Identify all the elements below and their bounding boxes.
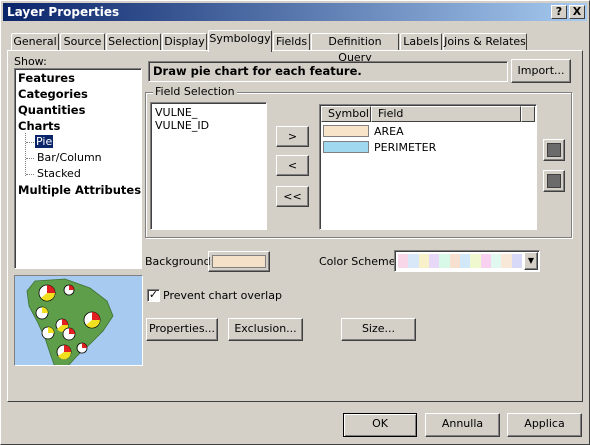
tree-item-features[interactable]: Features (18, 71, 75, 85)
pie-symbol (38, 284, 56, 302)
background-color-button[interactable] (208, 251, 270, 272)
selected-field[interactable]: AREA (374, 125, 404, 138)
symbology-preview-image (14, 275, 143, 366)
color-ramp-segment (480, 254, 491, 268)
tab-selection[interactable]: Selection (106, 33, 161, 51)
column-header-filler (521, 106, 535, 122)
pie-symbol (62, 327, 76, 341)
tree-connector (25, 133, 26, 176)
color-scheme-label: Color Scheme: (319, 255, 400, 268)
available-fields-list[interactable]: VULNE_ VULNE_ID (150, 102, 267, 230)
pie-symbol (56, 344, 72, 360)
show-label: Show: (14, 55, 47, 68)
pie-symbol (63, 284, 75, 296)
prevent-overlap-label: Prevent chart overlap (163, 289, 282, 302)
color-ramp-segment (418, 254, 429, 268)
exclusion-button[interactable]: Exclusion... (228, 318, 303, 341)
help-button[interactable]: ? (551, 5, 567, 19)
import-button[interactable]: Import... (511, 59, 571, 83)
tab-source[interactable]: Source (60, 33, 105, 51)
renderer-description: Draw pie chart for each feature. (148, 61, 508, 82)
title-bar: Layer Properties ? X (3, 3, 587, 21)
list-item[interactable]: VULNE_ID (155, 119, 209, 132)
tree-item-quantities[interactable]: Quantities (18, 103, 85, 117)
symbol-column-header[interactable]: Symbol (321, 106, 371, 122)
ok-button[interactable]: OK (343, 413, 417, 437)
color-ramp-segment (449, 254, 460, 268)
tab-joins-relates[interactable]: Joins & Relates (443, 33, 527, 51)
color-ramp-segment (470, 254, 481, 268)
pie-symbol (41, 326, 55, 340)
tab-general[interactable]: General (11, 33, 59, 51)
layer-properties-dialog: Layer Properties ? X General Source Sele… (0, 0, 590, 445)
tab-display[interactable]: Display (162, 33, 207, 51)
tree-item-bar-column[interactable]: Bar/Column (37, 151, 102, 164)
tree-item-pie[interactable]: Pie (35, 135, 54, 148)
color-ramp-segment (501, 254, 512, 268)
color-ramp-segment (428, 254, 440, 268)
cancel-button[interactable]: Annulla (425, 413, 500, 437)
tab-symbology[interactable]: Symbology (208, 30, 272, 52)
window-title: Layer Properties (7, 5, 120, 19)
color-ramp-segment (408, 254, 419, 268)
selected-field[interactable]: PERIMETER (374, 141, 436, 154)
show-tree: Features Categories Quantities Charts Pi… (14, 68, 142, 269)
tab-definition-query[interactable]: Definition Query (311, 33, 399, 64)
tree-item-stacked[interactable]: Stacked (37, 167, 81, 180)
tree-item-charts[interactable]: Charts (18, 119, 60, 133)
pie-symbol (35, 306, 49, 320)
prevent-overlap-checkbox[interactable]: ✓ (147, 289, 160, 302)
tree-connector (26, 142, 34, 143)
pie-symbol (76, 342, 88, 354)
tree-item-categories[interactable]: Categories (18, 87, 88, 101)
color-ramp-segment (439, 254, 450, 268)
size-button[interactable]: Size... (341, 318, 416, 341)
pie-chart-map-preview (15, 276, 142, 365)
tree-connector (26, 174, 34, 175)
background-label: Background: (145, 255, 215, 268)
color-ramp-segment (459, 254, 471, 268)
properties-button[interactable]: Properties... (146, 318, 218, 341)
background-color-swatch (212, 255, 266, 268)
move-up-button[interactable] (543, 139, 565, 161)
color-ramp-segment (398, 254, 409, 268)
tab-labels[interactable]: Labels (400, 33, 442, 51)
selected-fields-list[interactable]: Symbol Field AREA PERIMETER (319, 104, 537, 230)
move-down-button[interactable] (543, 170, 565, 192)
close-button[interactable]: X (569, 5, 585, 19)
chevron-down-icon[interactable]: ▼ (524, 252, 538, 270)
symbol-swatch[interactable] (323, 141, 369, 153)
color-ramp (398, 254, 522, 268)
remove-field-button[interactable]: < (276, 155, 309, 176)
square-icon (547, 174, 561, 188)
remove-all-fields-button[interactable]: << (276, 186, 309, 207)
color-ramp-segment (490, 254, 502, 268)
square-icon (547, 143, 561, 157)
list-item[interactable]: VULNE_ (155, 106, 197, 119)
symbol-swatch[interactable] (323, 125, 369, 137)
add-field-button[interactable]: > (276, 126, 309, 147)
tree-connector (26, 158, 34, 159)
field-selection-title: Field Selection (153, 85, 237, 98)
tab-fields[interactable]: Fields (273, 33, 310, 51)
field-column-header[interactable]: Field (371, 106, 521, 122)
apply-button[interactable]: Applica (507, 413, 582, 437)
tree-item-multiple-attributes[interactable]: Multiple Attributes (18, 183, 141, 197)
color-ramp-segment (511, 254, 522, 268)
pie-symbol (83, 311, 101, 329)
color-scheme-dropdown[interactable]: ▼ (394, 250, 540, 272)
